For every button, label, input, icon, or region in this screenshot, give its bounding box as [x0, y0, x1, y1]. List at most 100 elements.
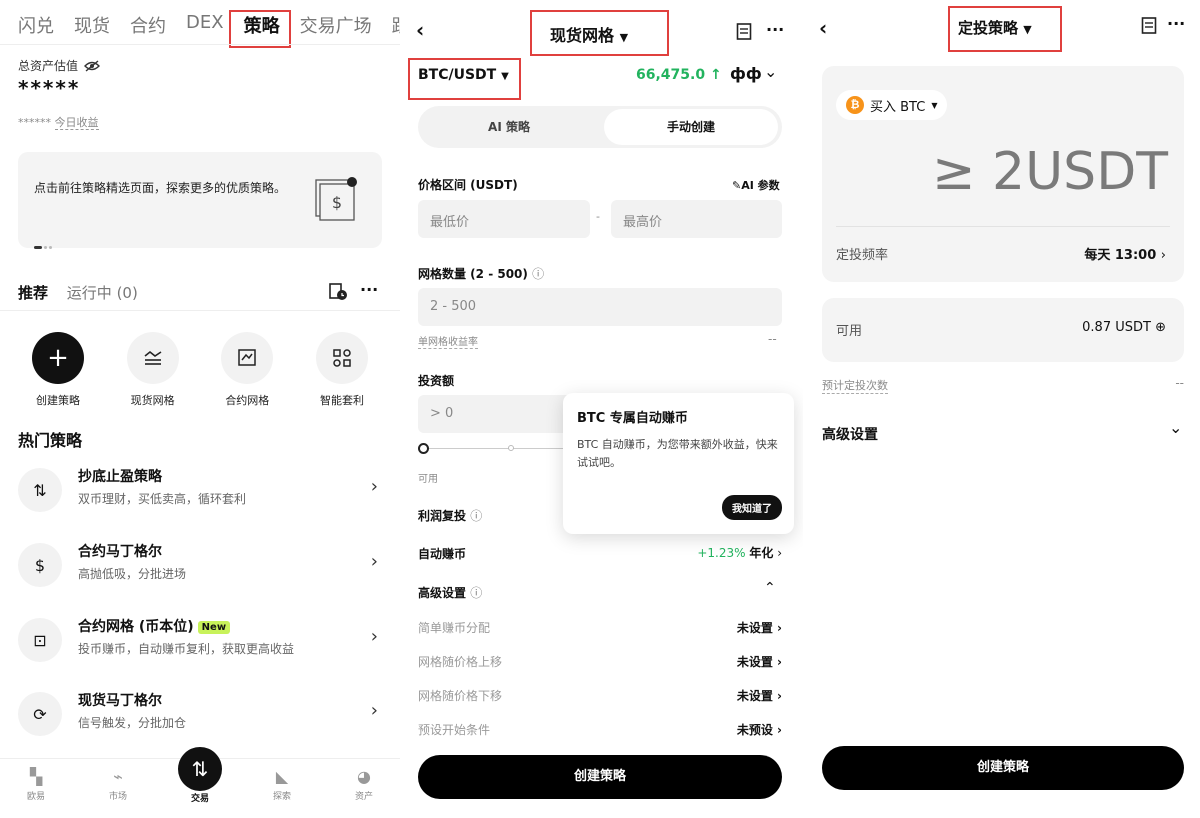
- add-funds-icon[interactable]: ⊕: [1155, 320, 1166, 335]
- tab-label: 欧易: [26, 792, 45, 802]
- hot-strategy-item[interactable]: ⇅ 抄底止盈策略 双币理财，买低卖高，循环套利 ›: [18, 458, 382, 530]
- quick-spot-grid[interactable]: 现货网格: [113, 332, 193, 408]
- page-title: 定投策略: [958, 19, 1019, 37]
- tab-running[interactable]: 运行中 (0): [67, 284, 138, 302]
- chevron-right-icon: ›: [370, 551, 378, 572]
- asset-selector[interactable]: ₿ 买入 BTC ▼: [836, 90, 948, 120]
- market-icon: ⌁: [113, 767, 123, 786]
- quick-label: 现货网格: [130, 394, 175, 407]
- frequency-selector[interactable]: 每天 13:00 ›: [1084, 244, 1166, 263]
- invest-label: 投资额: [418, 374, 455, 388]
- info-icon[interactable]: ⓘ: [470, 509, 482, 523]
- frequency-value: 每天 13:00: [1084, 248, 1157, 263]
- auto-earn-tooltip: BTC 专属自动赚币 BTC 自动赚币，为您带来额外收益，快来试试吧。 我知道了: [563, 393, 794, 534]
- grid-count-input[interactable]: 2 - 500: [418, 288, 782, 326]
- caret-down-icon: ▼: [501, 71, 509, 82]
- banner-dots: [34, 234, 52, 249]
- strategy-title-dropdown[interactable]: 定投策略 ▼: [958, 17, 1032, 38]
- tab-label: 交易: [190, 794, 209, 804]
- nav-futures[interactable]: 合约: [130, 12, 166, 38]
- tab-trade[interactable]: 交易: [170, 791, 230, 804]
- banner-text: 点击前往策略精选页面，探索更多的优质策略。: [34, 181, 287, 195]
- got-it-button[interactable]: 我知道了: [722, 495, 782, 520]
- estimate-label: 预计定投次数: [822, 379, 888, 394]
- create-strategy-button[interactable]: 创建策略: [822, 746, 1184, 790]
- assets-icon: ◕: [357, 767, 371, 786]
- explore-banner[interactable]: 点击前往策略精选页面，探索更多的优质策略。 $: [18, 152, 382, 249]
- more-icon[interactable]: ···: [766, 20, 784, 39]
- chevron-down-icon[interactable]: ⌄: [764, 62, 777, 81]
- slider-handle[interactable]: [418, 443, 429, 454]
- explore-icon: ◣: [275, 767, 289, 786]
- tab-assets[interactable]: ◕ 资产: [334, 767, 394, 802]
- tab-ai-strategy[interactable]: AI 策略: [418, 106, 600, 148]
- divider: [836, 226, 1170, 227]
- hot-item-title: 合约网格 (币本位): [78, 619, 194, 635]
- setting-row[interactable]: 网格随价格上移 未设置 ›: [418, 653, 782, 673]
- tab-manual[interactable]: 手动创建: [604, 109, 778, 145]
- info-icon[interactable]: ⓘ: [532, 267, 544, 281]
- grid-icon: [126, 332, 179, 384]
- svg-text:$: $: [332, 193, 342, 212]
- hot-item-title: 现货马丁格尔: [78, 693, 162, 709]
- amount-input[interactable]: ≥ 2USDT: [932, 142, 1168, 202]
- auto-earn-rate: +1.23%: [697, 546, 746, 560]
- quick-arbitrage[interactable]: 智能套利: [302, 332, 382, 408]
- top-nav: 闪兑 现货 合约 DEX 策略 交易广场 跟: [18, 12, 400, 38]
- amount-card: ₿ 买入 BTC ▼ ≥ 2USDT 定投频率 每天 13:00 ›: [822, 66, 1184, 282]
- recurring-buy-panel: ‹ 定投策略 ▼ ··· ₿ 买入 BTC ▼ ≥ 2USDT 定投频率 每天 …: [803, 0, 1200, 818]
- setting-row[interactable]: 网格随价格下移 未设置 ›: [418, 687, 782, 707]
- create-strategy-button[interactable]: 创建策略: [418, 755, 782, 799]
- candlestick-icon[interactable]: фф: [730, 64, 762, 83]
- hot-strategy-item[interactable]: $ 合约马丁格尔 高抛低吸，分批进场 ›: [18, 533, 382, 605]
- chevron-right-icon: ›: [370, 700, 378, 721]
- hot-item-desc: 双币理财，买低卖高，循环套利: [78, 492, 247, 506]
- hot-item-title: 抄底止盈策略: [78, 469, 162, 485]
- tab-market[interactable]: ⌁ 市场: [88, 767, 148, 802]
- eye-off-icon[interactable]: [84, 59, 101, 72]
- chevron-right-icon: ›: [1160, 248, 1166, 263]
- doc-icon[interactable]: [1141, 17, 1157, 35]
- chevron-right-icon: ›: [777, 546, 782, 560]
- more-icon[interactable]: ···: [360, 280, 378, 299]
- max-price-input[interactable]: 最高价: [611, 200, 782, 238]
- ai-params-link[interactable]: ✎AI 参数: [732, 177, 780, 193]
- setting-row[interactable]: 预设开始条件 未预设 ›: [418, 721, 782, 741]
- hot-item-title: 合约马丁格尔: [78, 544, 162, 560]
- setting-row[interactable]: 简单赚币分配 未设置 ›: [418, 619, 782, 639]
- advanced-label: 高级设置: [822, 427, 878, 443]
- info-icon[interactable]: ⓘ: [470, 586, 482, 600]
- tab-explore[interactable]: ◣ 探索: [252, 767, 312, 802]
- caret-down-icon: ▼: [619, 31, 629, 44]
- more-icon[interactable]: ···: [1167, 14, 1185, 33]
- strategy-title-dropdown[interactable]: 现货网格 ▼: [550, 22, 628, 46]
- today-pnl-link[interactable]: 今日收益: [54, 116, 99, 130]
- chevron-up-icon[interactable]: ⌃: [764, 580, 776, 596]
- auto-earn-row[interactable]: +1.23% 年化 ›: [697, 544, 782, 561]
- pair-selector[interactable]: BTC/USDT ▼: [418, 67, 509, 83]
- mode-tabs: AI 策略 手动创建: [418, 106, 782, 148]
- nav-convert[interactable]: 闪兑: [18, 12, 54, 38]
- quick-create[interactable]: + 创建策略: [18, 332, 98, 408]
- quick-futures-grid[interactable]: 合约网格: [207, 332, 287, 408]
- page-title: 现货网格: [550, 26, 615, 45]
- back-icon[interactable]: ‹: [819, 16, 827, 40]
- history-icon[interactable]: [328, 283, 348, 301]
- quick-actions: + 创建策略 现货网格 合约网格 智能套利: [18, 332, 382, 408]
- nav-dex[interactable]: DEX: [186, 12, 224, 38]
- tab-home[interactable]: ▚ 欧易: [6, 767, 66, 802]
- min-price-input[interactable]: 最低价: [418, 200, 590, 238]
- back-icon[interactable]: ‹: [416, 18, 424, 42]
- nav-more[interactable]: 跟: [392, 12, 400, 38]
- buy-asset-label: 买入 BTC: [870, 99, 926, 115]
- nav-square[interactable]: 交易广场: [300, 12, 372, 38]
- doc-icon[interactable]: [736, 23, 752, 41]
- hot-strategy-item[interactable]: ⟳ 现货马丁格尔 信号触发，分批加仓 ›: [18, 682, 382, 754]
- nav-spot[interactable]: 现货: [74, 12, 110, 38]
- chevron-down-icon[interactable]: ⌄: [1169, 418, 1182, 437]
- tab-recommend[interactable]: 推荐: [18, 284, 48, 302]
- hot-strategy-item[interactable]: ⊡ 合约网格 (币本位) New 投币赚币，自动赚币复利，获取更高收益 ›: [18, 608, 382, 680]
- trade-icon[interactable]: ⇅: [178, 747, 222, 791]
- pair-label: BTC/USDT: [418, 67, 497, 83]
- available-card: 可用 0.87 USDT ⊕: [822, 298, 1184, 362]
